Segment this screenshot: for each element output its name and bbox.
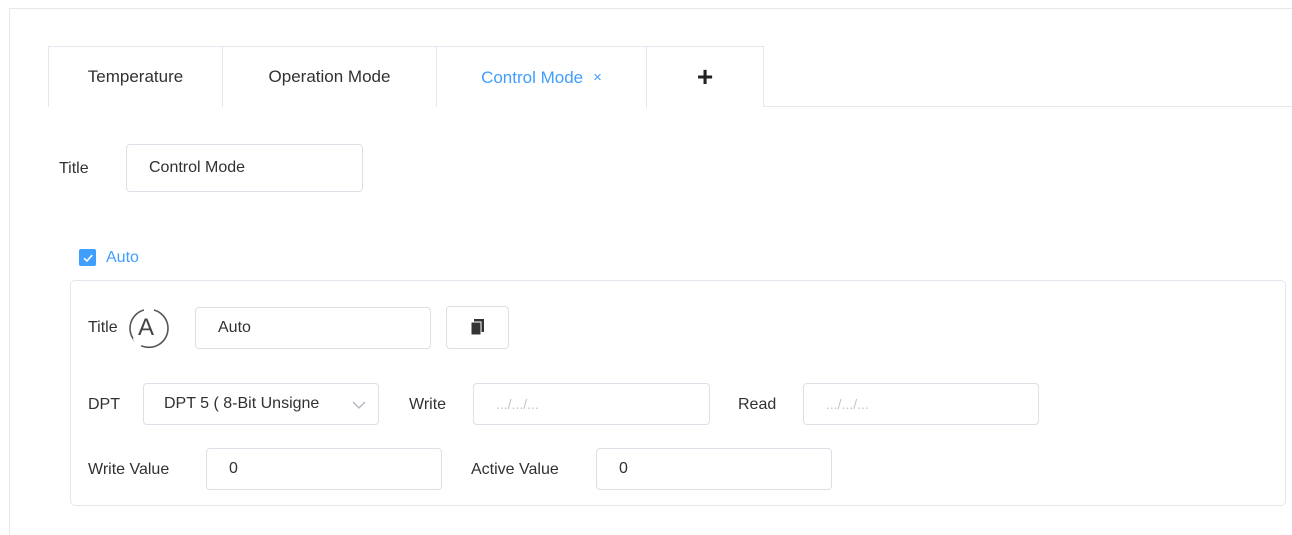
card-title-value: Auto: [218, 319, 251, 336]
active-value-input[interactable]: 0: [596, 448, 832, 490]
title-input[interactable]: Control Mode: [126, 144, 363, 192]
read-label: Read: [738, 396, 777, 413]
write-placeholder: .../.../...: [496, 396, 539, 412]
title-label: Title: [59, 160, 89, 177]
tab-label: Temperature: [87, 67, 184, 86]
write-value: 0: [229, 460, 238, 477]
tab-operation-mode[interactable]: Operation Mode: [223, 46, 437, 107]
auto-checkbox[interactable]: [79, 249, 96, 266]
read-placeholder: .../.../...: [826, 396, 869, 412]
dpt-label: DPT: [88, 396, 120, 413]
tab-control-mode[interactable]: Control Mode ×: [437, 46, 647, 108]
dpt-select[interactable]: DPT 5 ( 8-Bit Unsigne: [143, 383, 379, 425]
tab-bar: Temperature Operation Mode Control Mode …: [48, 46, 1292, 108]
plus-icon: +: [696, 61, 714, 92]
write-address-input[interactable]: .../.../...: [473, 383, 710, 425]
copy-button[interactable]: [446, 306, 509, 349]
active-value: 0: [619, 460, 628, 477]
title-input-value: Control Mode: [149, 159, 246, 176]
add-tab-button[interactable]: +: [647, 46, 764, 107]
tab-label: Control Mode: [481, 67, 584, 87]
read-address-input[interactable]: .../.../...: [803, 383, 1039, 425]
close-icon[interactable]: ×: [593, 69, 602, 86]
card-title-input[interactable]: Auto: [195, 307, 431, 349]
auto-letter-icon[interactable]: A: [124, 306, 174, 350]
copy-icon: [470, 319, 484, 336]
write-label: Write: [409, 396, 447, 413]
tab-temperature[interactable]: Temperature: [48, 46, 223, 107]
write-value-label: Write Value: [88, 461, 170, 478]
tab-label: Operation Mode: [268, 67, 391, 86]
write-value-input[interactable]: 0: [206, 448, 442, 490]
active-value-label: Active Value: [471, 461, 559, 478]
auto-letter: A: [138, 314, 155, 341]
chevron-down-icon: [352, 401, 366, 409]
auto-checkbox-label[interactable]: Auto: [106, 249, 139, 267]
card-title-label: Title: [88, 319, 118, 336]
checkmark-icon: [82, 253, 93, 262]
dpt-select-value: DPT 5 ( 8-Bit Unsigne: [164, 395, 320, 412]
